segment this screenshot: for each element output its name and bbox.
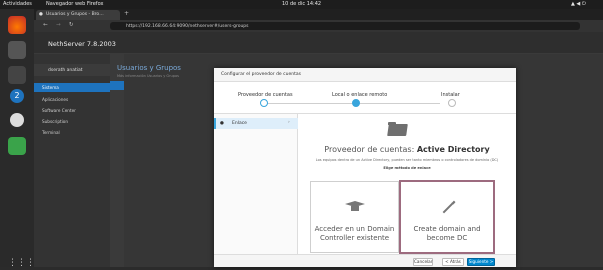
wizard-nav [214, 114, 298, 254]
sidebar-item-subscription[interactable]: Subscription [34, 117, 110, 126]
nav-item-label: Enlace [232, 121, 247, 126]
firefox-icon[interactable] [8, 16, 26, 34]
clock[interactable]: 10 de dic 14:42 [282, 1, 321, 7]
workspace-icon[interactable] [8, 66, 26, 84]
app-title: NethServer 7.8.2003 [48, 40, 116, 48]
app-header [34, 32, 603, 54]
activities-button[interactable]: Actividades [3, 1, 32, 7]
nav-bullet-icon: ● [220, 121, 224, 126]
page-subtitle[interactable]: Más información Usuarios y Grupos [117, 74, 179, 78]
url-text: https://192.168.66.64:9090/nethserver#/u… [126, 23, 249, 29]
join-existing-dc-label: Acceder en un Domain Controller existent… [314, 225, 395, 242]
step-label-2: Local o enlace remoto [332, 92, 388, 98]
active-section-icon[interactable] [110, 81, 124, 90]
browser-tab[interactable]: ● Usuarios y Grupos - Bro… [36, 10, 120, 20]
join-existing-dc-card[interactable]: Acceder en un Domain Controller existent… [310, 181, 399, 253]
create-domain-label: Create domain and become DC [413, 225, 481, 242]
new-tab-button[interactable]: + [124, 10, 129, 17]
page-title: Usuarios y Grupos [117, 64, 181, 72]
back-button[interactable]: < Atrás [442, 258, 464, 266]
wizard-nav-item-enlace[interactable]: ● Enlace › [214, 118, 298, 129]
active-app-label[interactable]: Navegador web Firefox [46, 1, 103, 7]
provider-heading-name: Active Directory [416, 145, 490, 154]
sidebar-item-aplicaciones[interactable]: Aplicaciones [34, 95, 110, 104]
back-icon[interactable]: ← [43, 22, 48, 28]
step-dot-2 [352, 99, 360, 107]
reload-icon[interactable]: ↻ [69, 22, 74, 28]
modal-header: Configurar el proveedor de cuentas [214, 68, 516, 82]
step-dot-1 [260, 99, 268, 107]
provider-heading-prefix: Proveedor de cuentas: [324, 145, 417, 154]
tab-title: Usuarios y Grupos - Bro… [46, 12, 104, 17]
url-bar[interactable]: https://192.168.66.64:9090/nethserver#/u… [110, 22, 580, 30]
graduation-cap-icon [345, 199, 365, 213]
choose-method-label: Elige método de enlace [383, 166, 431, 170]
app-icon[interactable] [8, 137, 26, 155]
dock: 2 ⋮⋮⋮ [0, 9, 35, 270]
sidebar-icon-column [110, 54, 124, 267]
step-label-3: Instalar [441, 92, 460, 98]
forward-icon[interactable]: → [56, 22, 61, 28]
step-dot-3 [448, 99, 456, 107]
create-domain-card[interactable]: ✦ Create domain and become DC [399, 180, 495, 254]
tab-favicon-icon: ● [39, 12, 43, 17]
disk-icon[interactable] [10, 113, 24, 127]
sidebar-host[interactable]: dserath anatiat [34, 64, 110, 76]
chevron-right-icon: › [288, 120, 290, 125]
ubuntu-top-bar: Actividades Navegador web Firefox 10 de … [0, 0, 603, 9]
provider-description: Los equipos dentro de un Active Director… [315, 158, 499, 162]
modal-title: Configurar el proveedor de cuentas [221, 72, 301, 77]
terminal-icon[interactable] [8, 41, 26, 59]
system-tray-icons[interactable]: ▲ ◀ ⏻ [571, 1, 586, 7]
folder-icon [387, 122, 408, 136]
show-apps-icon[interactable]: ⋮⋮⋮ [8, 258, 35, 270]
cancel-button[interactable]: Cancelar [413, 258, 433, 266]
numbered-badge-icon[interactable]: 2 [10, 89, 24, 103]
sidebar-item-terminal[interactable]: Terminal [34, 128, 110, 137]
next-button[interactable]: Siguiente > [467, 258, 495, 266]
magic-wand-icon: ✦ [439, 198, 457, 216]
step-label-1: Proveedor de cuentas [238, 92, 293, 98]
sidebar-item-software-center[interactable]: Software Center [34, 106, 110, 115]
provider-heading: Proveedor de cuentas: Active Directory [300, 145, 514, 154]
sidebar-item-sistema[interactable]: Sistema [34, 83, 110, 92]
